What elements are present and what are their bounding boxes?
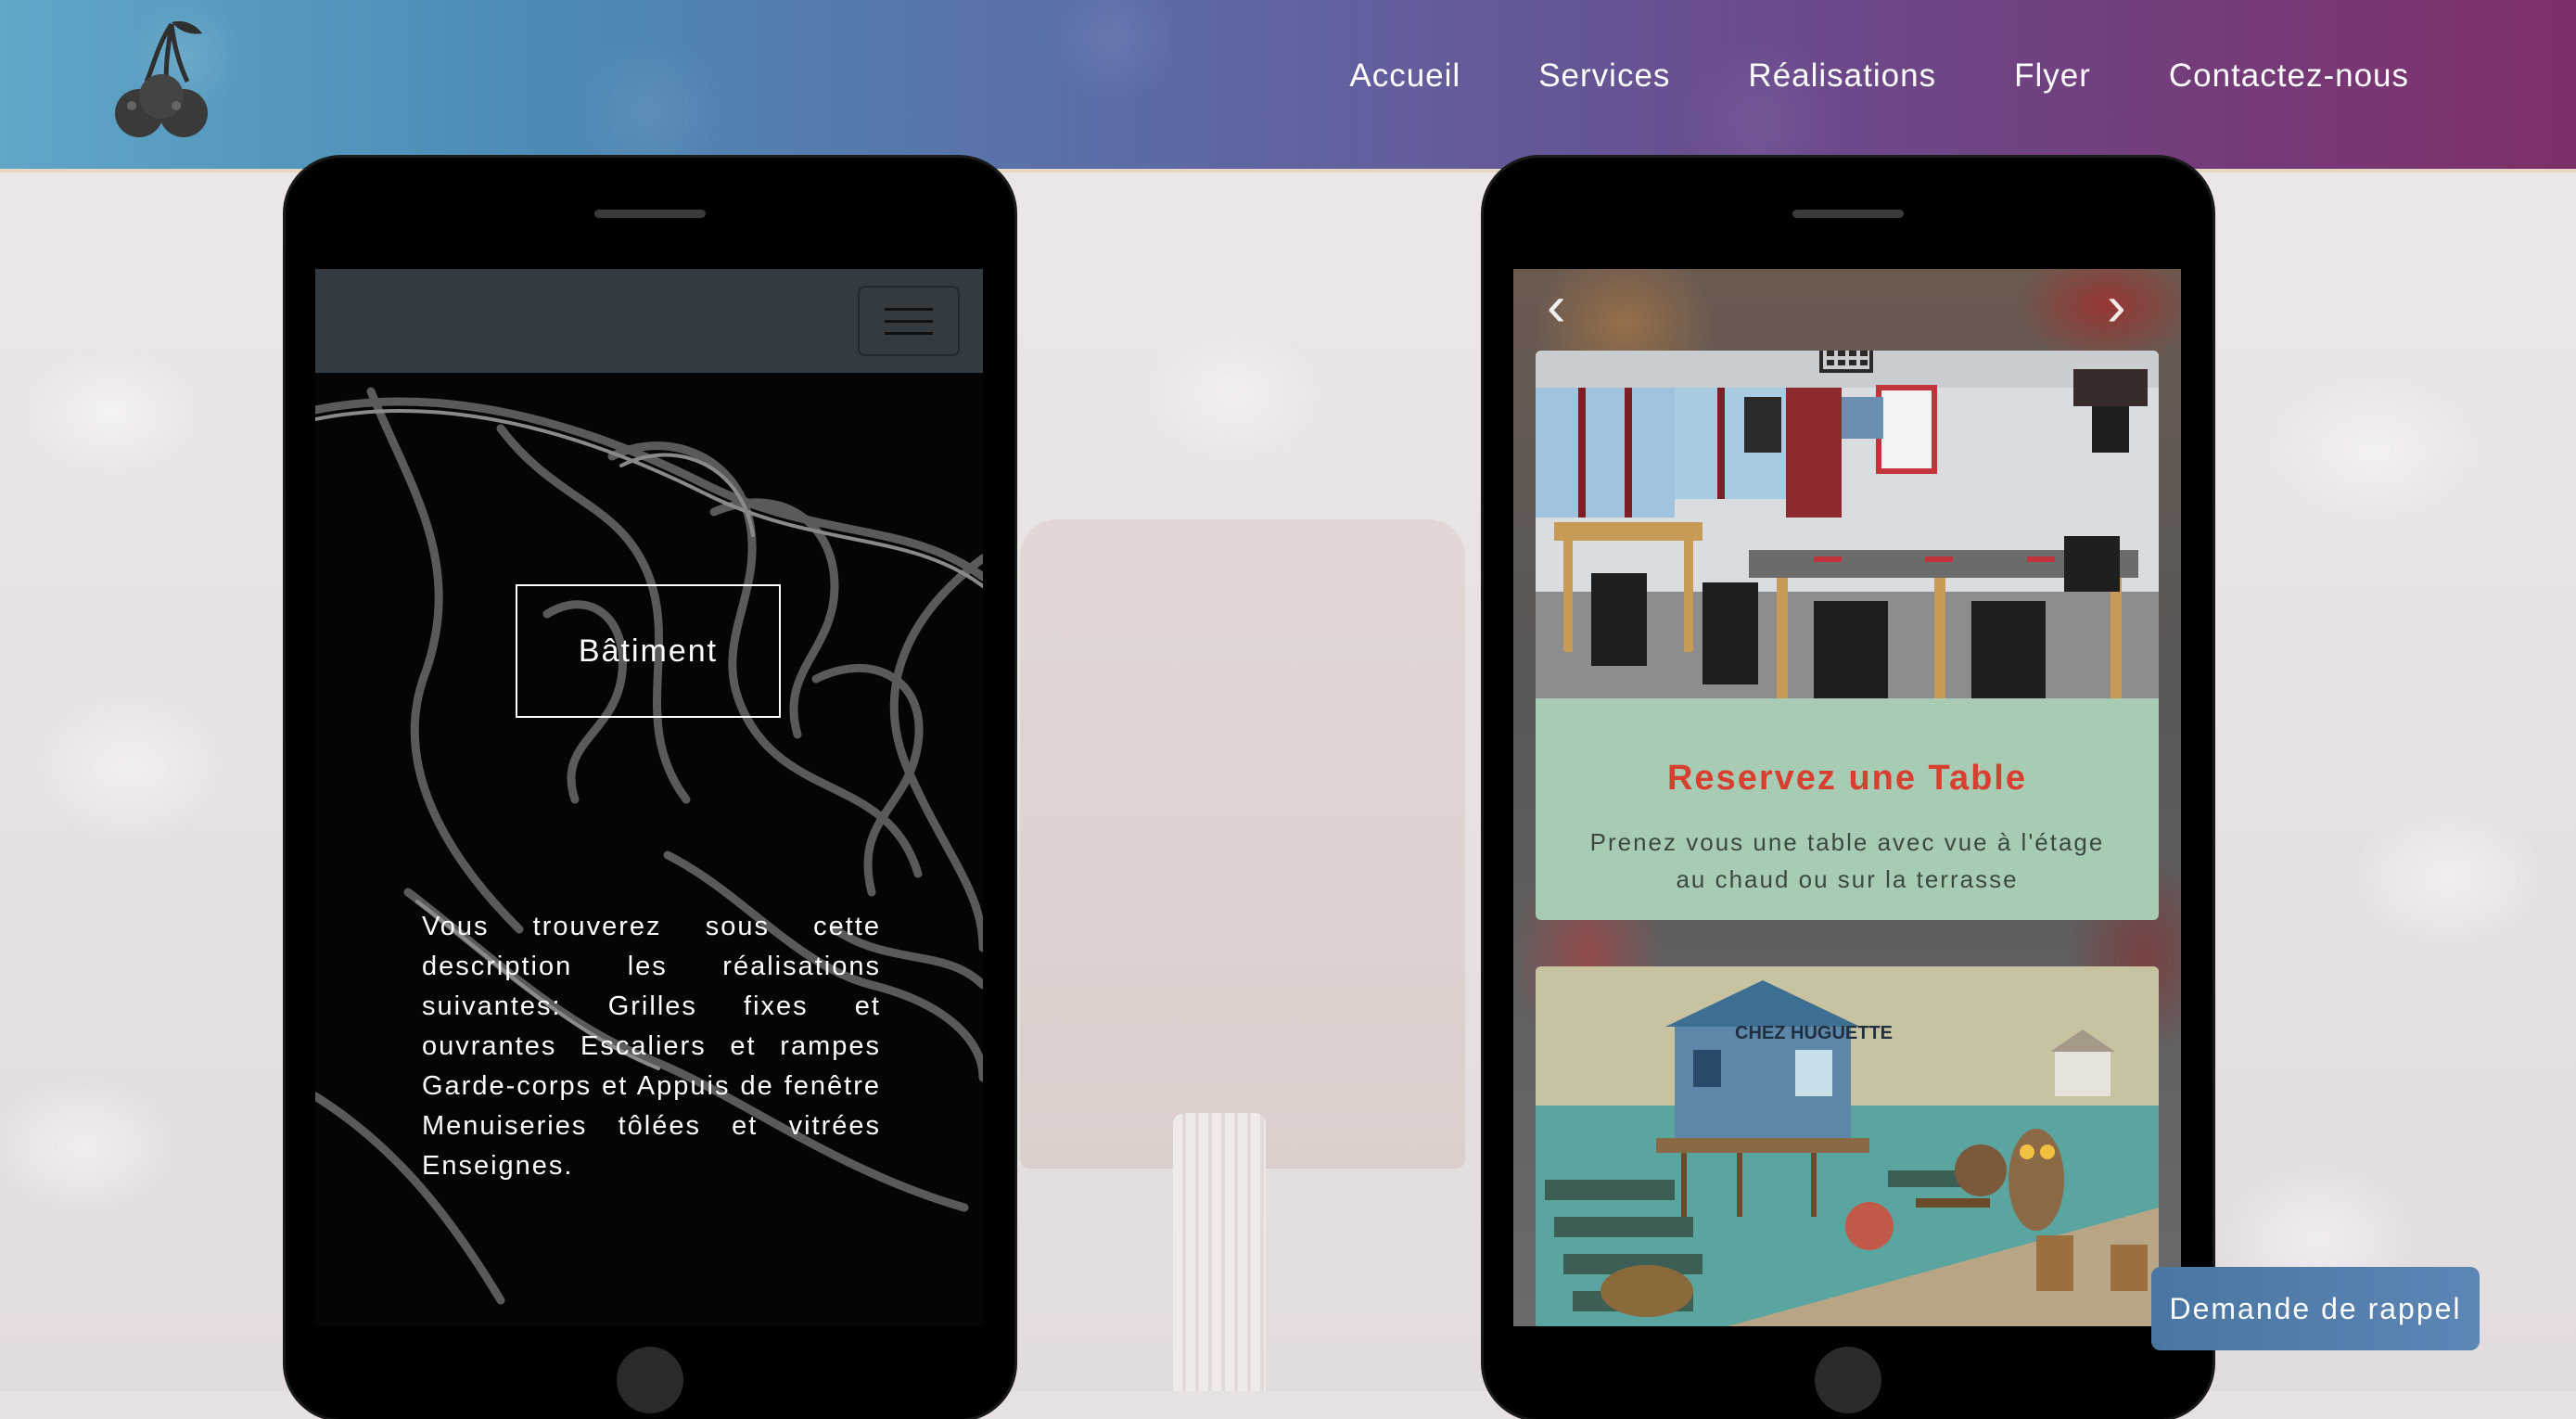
phone-mockup-left: Bâtiment Vous trouverez sous cette descr…	[286, 158, 1014, 1419]
card-title: Reservez une Table	[1666, 759, 2027, 798]
callback-request-button[interactable]: Demande de rappel	[2151, 1267, 2480, 1350]
calendar-icon	[1819, 351, 1873, 373]
reservation-card[interactable]: Reservez une Table Prenez vous une table…	[1536, 351, 2159, 920]
hamburger-icon[interactable]	[858, 286, 960, 356]
chez-huguette-card[interactable]: CHEZ HUGUETTE	[1536, 966, 2159, 1326]
site-header: Accueil Services Réalisations Flyer Cont…	[0, 0, 2576, 173]
main-nav: Accueil Services Réalisations Flyer Cont…	[1349, 58, 2409, 95]
carousel-prev-icon[interactable]: ‹	[1547, 278, 1566, 336]
nav-accueil[interactable]: Accueil	[1349, 58, 1460, 95]
realisations-description: Vous trouverez sous cette description le…	[422, 912, 881, 1181]
phone-screen-right: ‹ › Reservez une Table Prenez vous une t…	[1513, 269, 2181, 1326]
restaurant-interior-image	[1536, 351, 2159, 698]
svg-text:CHEZ HUGUETTE: CHEZ HUGUETTE	[1735, 1023, 1893, 1043]
phone-speaker	[594, 210, 706, 218]
batiment-button[interactable]: Bâtiment	[516, 584, 781, 718]
nav-realisations[interactable]: Réalisations	[1748, 58, 1936, 95]
lamp-base-decoration	[1173, 1113, 1266, 1391]
phone-home-button	[617, 1347, 683, 1413]
mobile-navbar	[315, 269, 983, 373]
carousel-next-icon[interactable]: ›	[2107, 278, 2126, 336]
phone-home-button	[1815, 1347, 1881, 1413]
nav-contactez-nous[interactable]: Contactez-nous	[2169, 58, 2409, 95]
nav-flyer[interactable]: Flyer	[2014, 58, 2091, 95]
chez-huguette-painting: CHEZ HUGUETTE	[1536, 966, 2159, 1326]
phone-screen-left: Bâtiment Vous trouverez sous cette descr…	[315, 269, 983, 1326]
cherry-logo[interactable]	[102, 17, 218, 137]
card-description: Prenez vous une table avec vue à l'étage…	[1589, 828, 2105, 893]
phone-speaker	[1792, 210, 1904, 218]
lamp-shade-decoration	[1020, 519, 1465, 1169]
phone-mockup-right: ‹ › Reservez une Table Prenez vous une t…	[1484, 158, 2213, 1419]
nav-services[interactable]: Services	[1538, 58, 1670, 95]
